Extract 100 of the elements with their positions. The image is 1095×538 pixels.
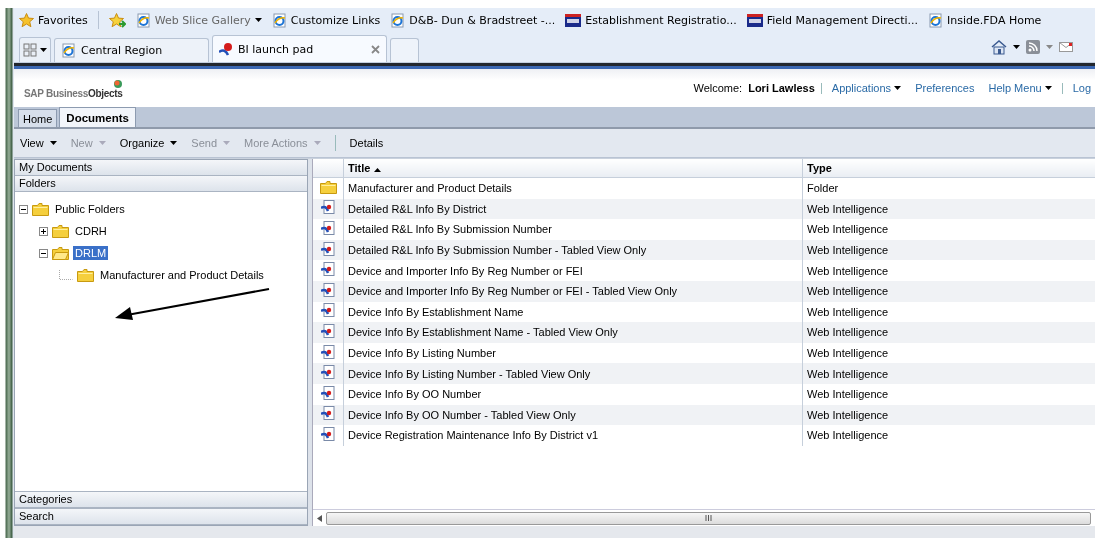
mail-icon[interactable]: [1059, 42, 1073, 52]
expand-icon[interactable]: [39, 226, 48, 236]
app-tab[interactable]: Documents: [59, 107, 136, 127]
table-cell: Web Intelligence: [802, 383, 1095, 405]
caret-icon: [313, 141, 321, 145]
table-cell[interactable]: Device Info By Listing Number - Tabled View Only: [343, 363, 803, 384]
sidebar-section-header[interactable]: My Documents: [15, 160, 307, 176]
collapse-icon[interactable]: [19, 204, 28, 214]
tree-connector: [59, 270, 73, 280]
favorites-button[interactable]: Favorites: [19, 12, 88, 28]
table-cell: Web Intelligence: [802, 404, 1095, 426]
browser-page-icon: [135, 12, 151, 28]
scrollbar-thumb[interactable]: [326, 511, 1091, 525]
caret-icon: [170, 141, 178, 145]
app-tab[interactable]: Home: [18, 109, 58, 127]
column-header[interactable]: Type: [802, 159, 1095, 178]
table-cell: Web Intelligence: [802, 219, 1095, 240]
browser-page-icon: [271, 12, 287, 28]
tree-item[interactable]: DRLM: [73, 246, 109, 260]
table-cell[interactable]: Device Info By OO Number: [343, 383, 803, 405]
scroll-left-icon[interactable]: [317, 514, 322, 522]
folder-icon: [319, 180, 337, 194]
open-folder-icon: [52, 246, 69, 260]
star-icon: [19, 12, 34, 28]
favorites-link[interactable]: Inside.FDA Home: [928, 12, 1042, 28]
caret-icon: [98, 141, 106, 145]
welcome-label: Welcome:: [693, 82, 743, 94]
quick-tabs-icon[interactable]: [23, 43, 37, 57]
browser-tab[interactable]: Central Region: [54, 38, 209, 62]
table-cell: Web Intelligence: [802, 198, 1095, 220]
table-cell: Web Intelligence: [802, 260, 1095, 281]
table-cell: Web Intelligence: [802, 363, 1095, 384]
table-cell[interactable]: Device Registration Maintenance Info By District v1: [343, 425, 803, 446]
table-cell[interactable]: Device and Importer Info By Reg Number or FEI - Tabled View Only: [343, 280, 803, 302]
column-header[interactable]: Title: [343, 159, 803, 178]
table-cell[interactable]: Manufacturer and Product Details: [343, 177, 803, 199]
sidebar-section-header[interactable]: Categories: [15, 491, 307, 508]
table-cell[interactable]: Device Info By OO Number - Tabled View Only: [343, 404, 803, 426]
table-cell[interactable]: Detailed R&L Info By Submission Number: [343, 219, 803, 240]
browser-tab[interactable]: BI launch pad: [212, 35, 387, 62]
sidebar-section-header[interactable]: Folders: [15, 176, 307, 192]
tree-item[interactable]: Public Folders: [53, 202, 127, 216]
header-link[interactable]: Help Menu: [984, 82, 1056, 94]
tree-item[interactable]: Manufacturer and Product Details: [98, 268, 266, 282]
tab-list-caret-icon: [40, 48, 47, 52]
launch-pad-icon: [219, 42, 233, 56]
table-cell: Web Intelligence: [802, 322, 1095, 343]
table-cell: Web Intelligence: [802, 280, 1095, 302]
browser-page-icon: [928, 12, 944, 28]
table-cell[interactable]: Detailed R&L Info By District: [343, 198, 803, 220]
report-icon: [321, 344, 335, 360]
report-icon: [321, 262, 335, 278]
toolbar-button[interactable]: Details: [349, 137, 384, 149]
home-icon[interactable]: [991, 39, 1007, 55]
toolbar-button[interactable]: Organize: [119, 137, 178, 149]
report-icon: [321, 282, 335, 298]
report-icon: [321, 426, 335, 442]
report-icon: [321, 241, 335, 257]
app-logo: SAP BusinessObjects: [24, 77, 123, 99]
report-icon: [321, 385, 335, 401]
user-name: Lori Lawless: [748, 82, 815, 94]
add-favorite-icon[interactable]: [108, 12, 126, 28]
favorites-link[interactable]: Field Management Directi...: [746, 13, 919, 27]
table-cell[interactable]: Detailed R&L Info By Submission Number - Tabled View Only: [343, 239, 803, 261]
fda-logo-icon: [746, 13, 763, 27]
caret-icon: [254, 18, 262, 22]
collapse-icon[interactable]: [39, 248, 48, 258]
browser-page-icon: [61, 43, 76, 58]
folder-icon: [52, 224, 69, 238]
caret-icon: [1044, 86, 1052, 90]
tree-item[interactable]: CDRH: [73, 224, 109, 238]
close-icon[interactable]: [371, 44, 380, 54]
toolbar-button[interactable]: View: [20, 137, 57, 149]
table-cell[interactable]: Device and Importer Info By Reg Number or FEI: [343, 260, 803, 281]
report-icon: [321, 406, 335, 422]
header-link[interactable]: Applications: [827, 82, 906, 94]
caret-icon: [894, 86, 902, 90]
table-cell: Folder: [802, 177, 1095, 199]
table-cell: Web Intelligence: [802, 239, 1095, 261]
fda-logo-icon: [565, 13, 582, 27]
sort-ascending-icon: [374, 168, 382, 172]
header-link[interactable]: Log: [1068, 82, 1095, 94]
report-icon: [321, 323, 335, 339]
home-caret-icon: [1013, 45, 1020, 49]
table-cell[interactable]: Device Info By Establishment Name - Tabled View Only: [343, 322, 803, 343]
favorites-link[interactable]: D&B- Dun & Bradstreet -...: [390, 12, 556, 28]
sidebar-section-header[interactable]: Search: [15, 508, 307, 525]
favorites-link[interactable]: Customize Links: [271, 12, 381, 28]
caret-icon: [223, 141, 230, 145]
folder-icon: [32, 202, 49, 216]
rss-feed-icon[interactable]: [1026, 40, 1040, 54]
caret-icon: [49, 141, 57, 145]
favorites-link[interactable]: Establishment Registratio...: [565, 13, 737, 27]
feed-caret-icon: [1046, 45, 1053, 49]
report-icon: [321, 303, 335, 319]
browser-page-icon: [390, 12, 406, 28]
folder-icon: [77, 268, 94, 282]
report-icon: [321, 365, 335, 381]
header-link[interactable]: Preferences: [911, 82, 979, 94]
report-icon: [321, 221, 335, 236]
